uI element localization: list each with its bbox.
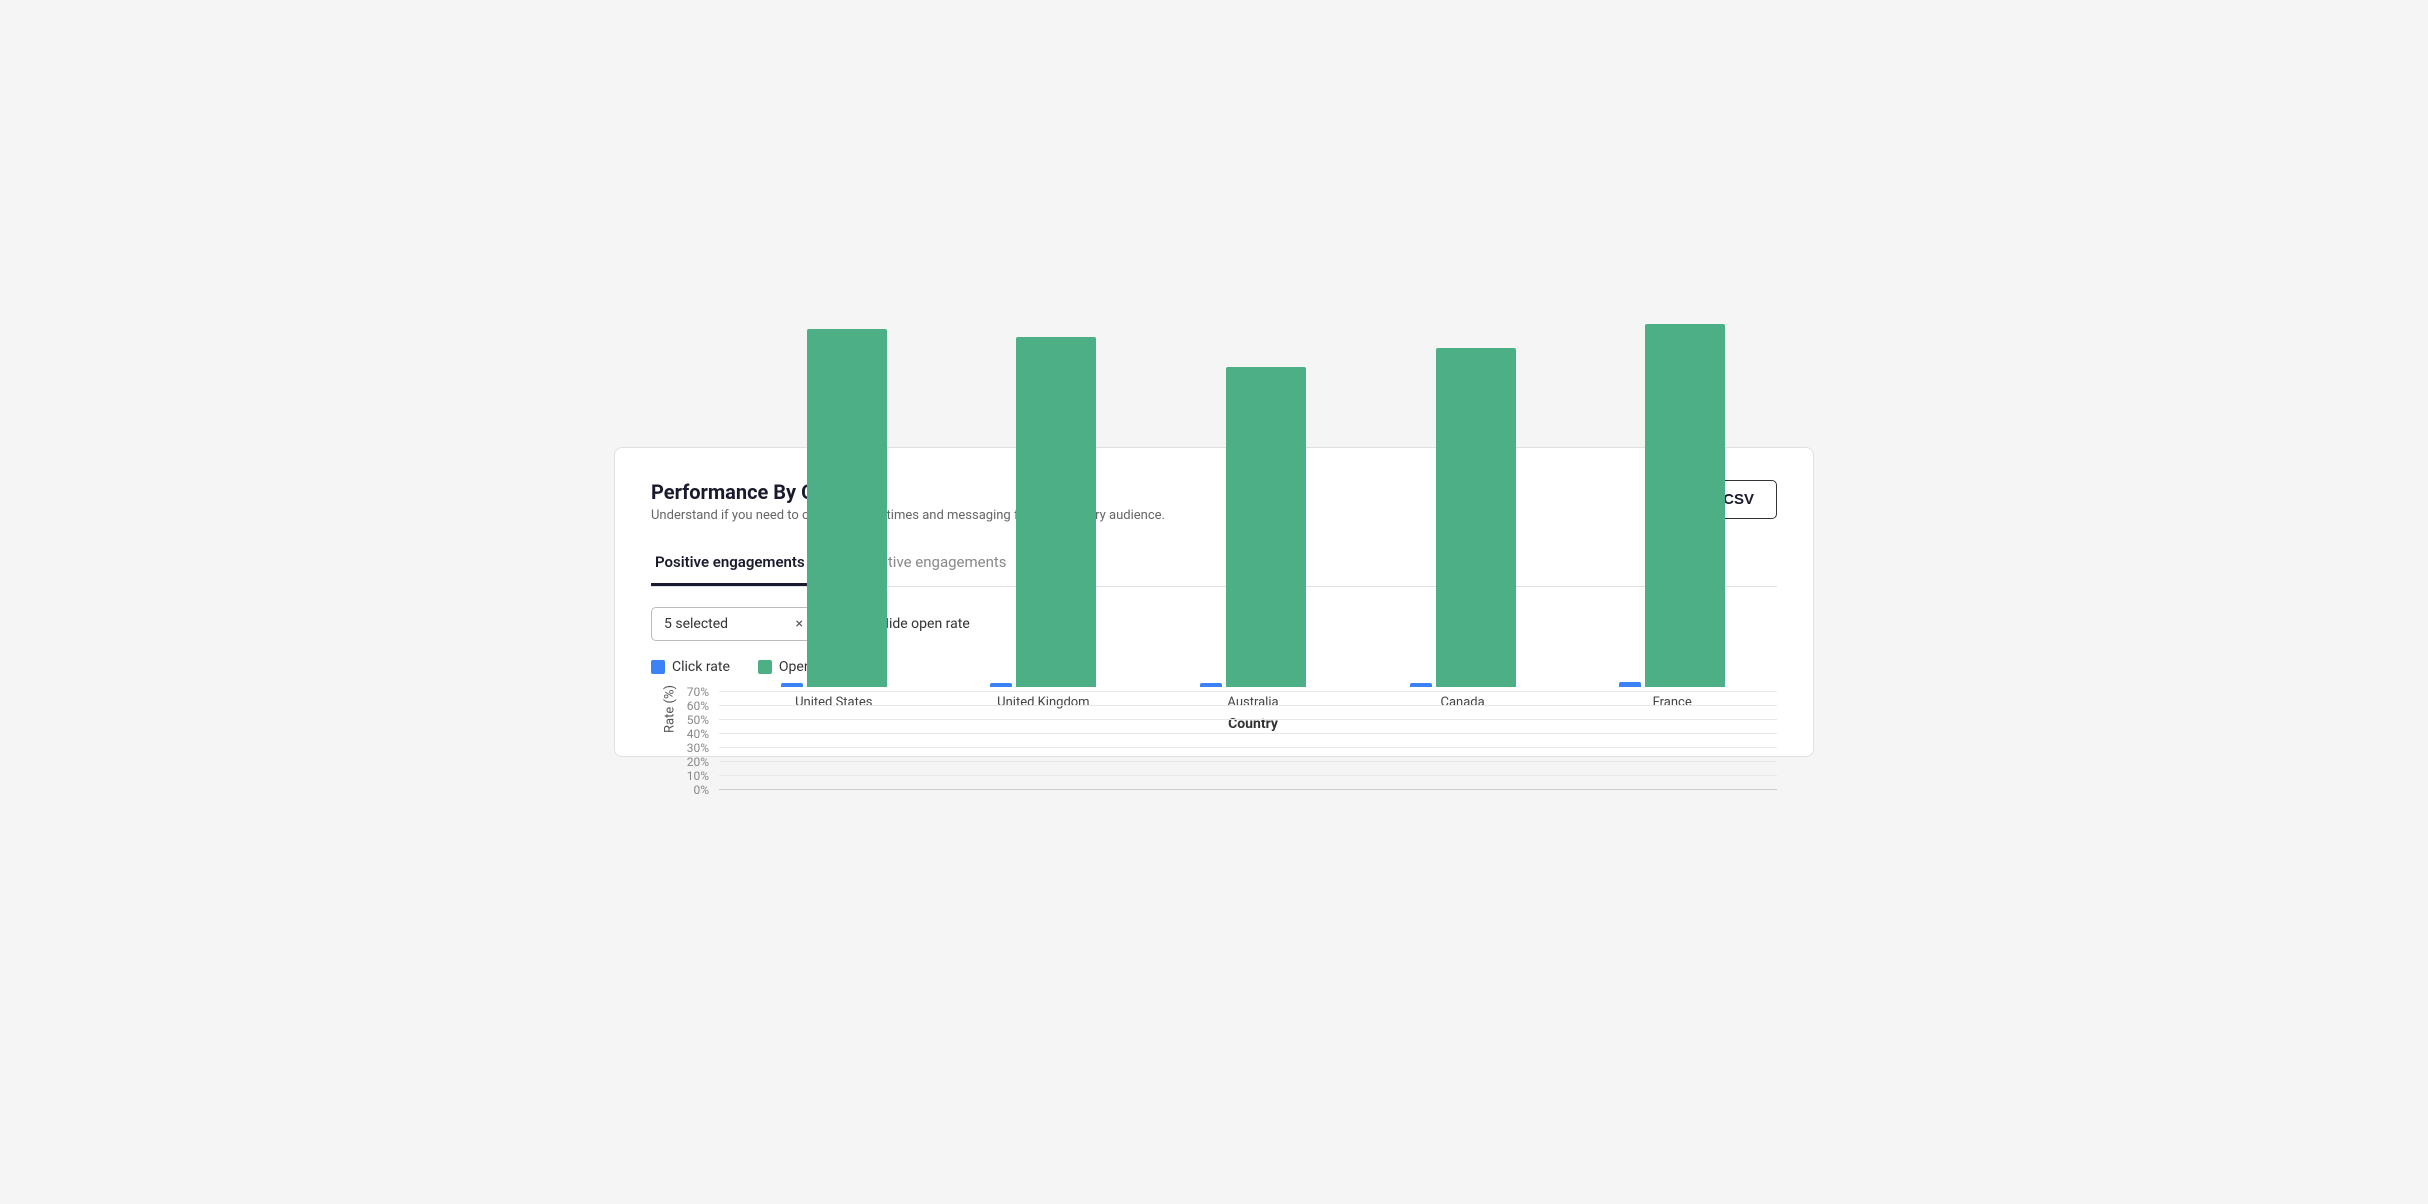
bar-group — [1148, 367, 1358, 687]
bar-group — [1358, 348, 1568, 687]
click-rate-bar — [1200, 683, 1222, 688]
grid-line-50: 50% — [681, 713, 1777, 727]
grid-line-10: 10% — [681, 769, 1777, 783]
chart-inner: 70% 60% 50% 40% — [681, 685, 1777, 733]
chart-grid: 70% 60% 50% 40% — [681, 685, 1777, 688]
open-rate-bar — [1436, 348, 1516, 687]
open-rate-bar — [1645, 324, 1725, 688]
bars-container — [729, 685, 1777, 688]
performance-card: Performance By Country Understand if you… — [614, 447, 1814, 758]
click-rate-bar — [990, 683, 1012, 687]
grid-line-20: 20% — [681, 755, 1777, 769]
click-rate-bar — [1410, 683, 1432, 687]
open-rate-bar — [1226, 367, 1306, 687]
y-axis-label: Rate (%) — [651, 685, 681, 733]
click-rate-legend-label: Click rate — [672, 659, 730, 675]
open-rate-bar — [1016, 337, 1096, 687]
chart-area: Rate (%) 70% 60% 50% — [651, 685, 1777, 733]
click-rate-bar — [1619, 682, 1641, 687]
grid-line-40: 40% — [681, 727, 1777, 741]
open-rate-bar — [807, 329, 887, 687]
bar-group — [939, 337, 1149, 687]
click-rate-bar — [781, 683, 803, 687]
legend-click-rate: Click rate — [651, 659, 730, 675]
click-rate-color-dot — [651, 660, 665, 674]
bar-group — [729, 329, 939, 687]
bar-group — [1567, 324, 1777, 688]
grid-line-0: 0% — [681, 783, 1777, 797]
grid-line-60: 60% — [681, 699, 1777, 713]
grid-line-30: 30% — [681, 741, 1777, 755]
